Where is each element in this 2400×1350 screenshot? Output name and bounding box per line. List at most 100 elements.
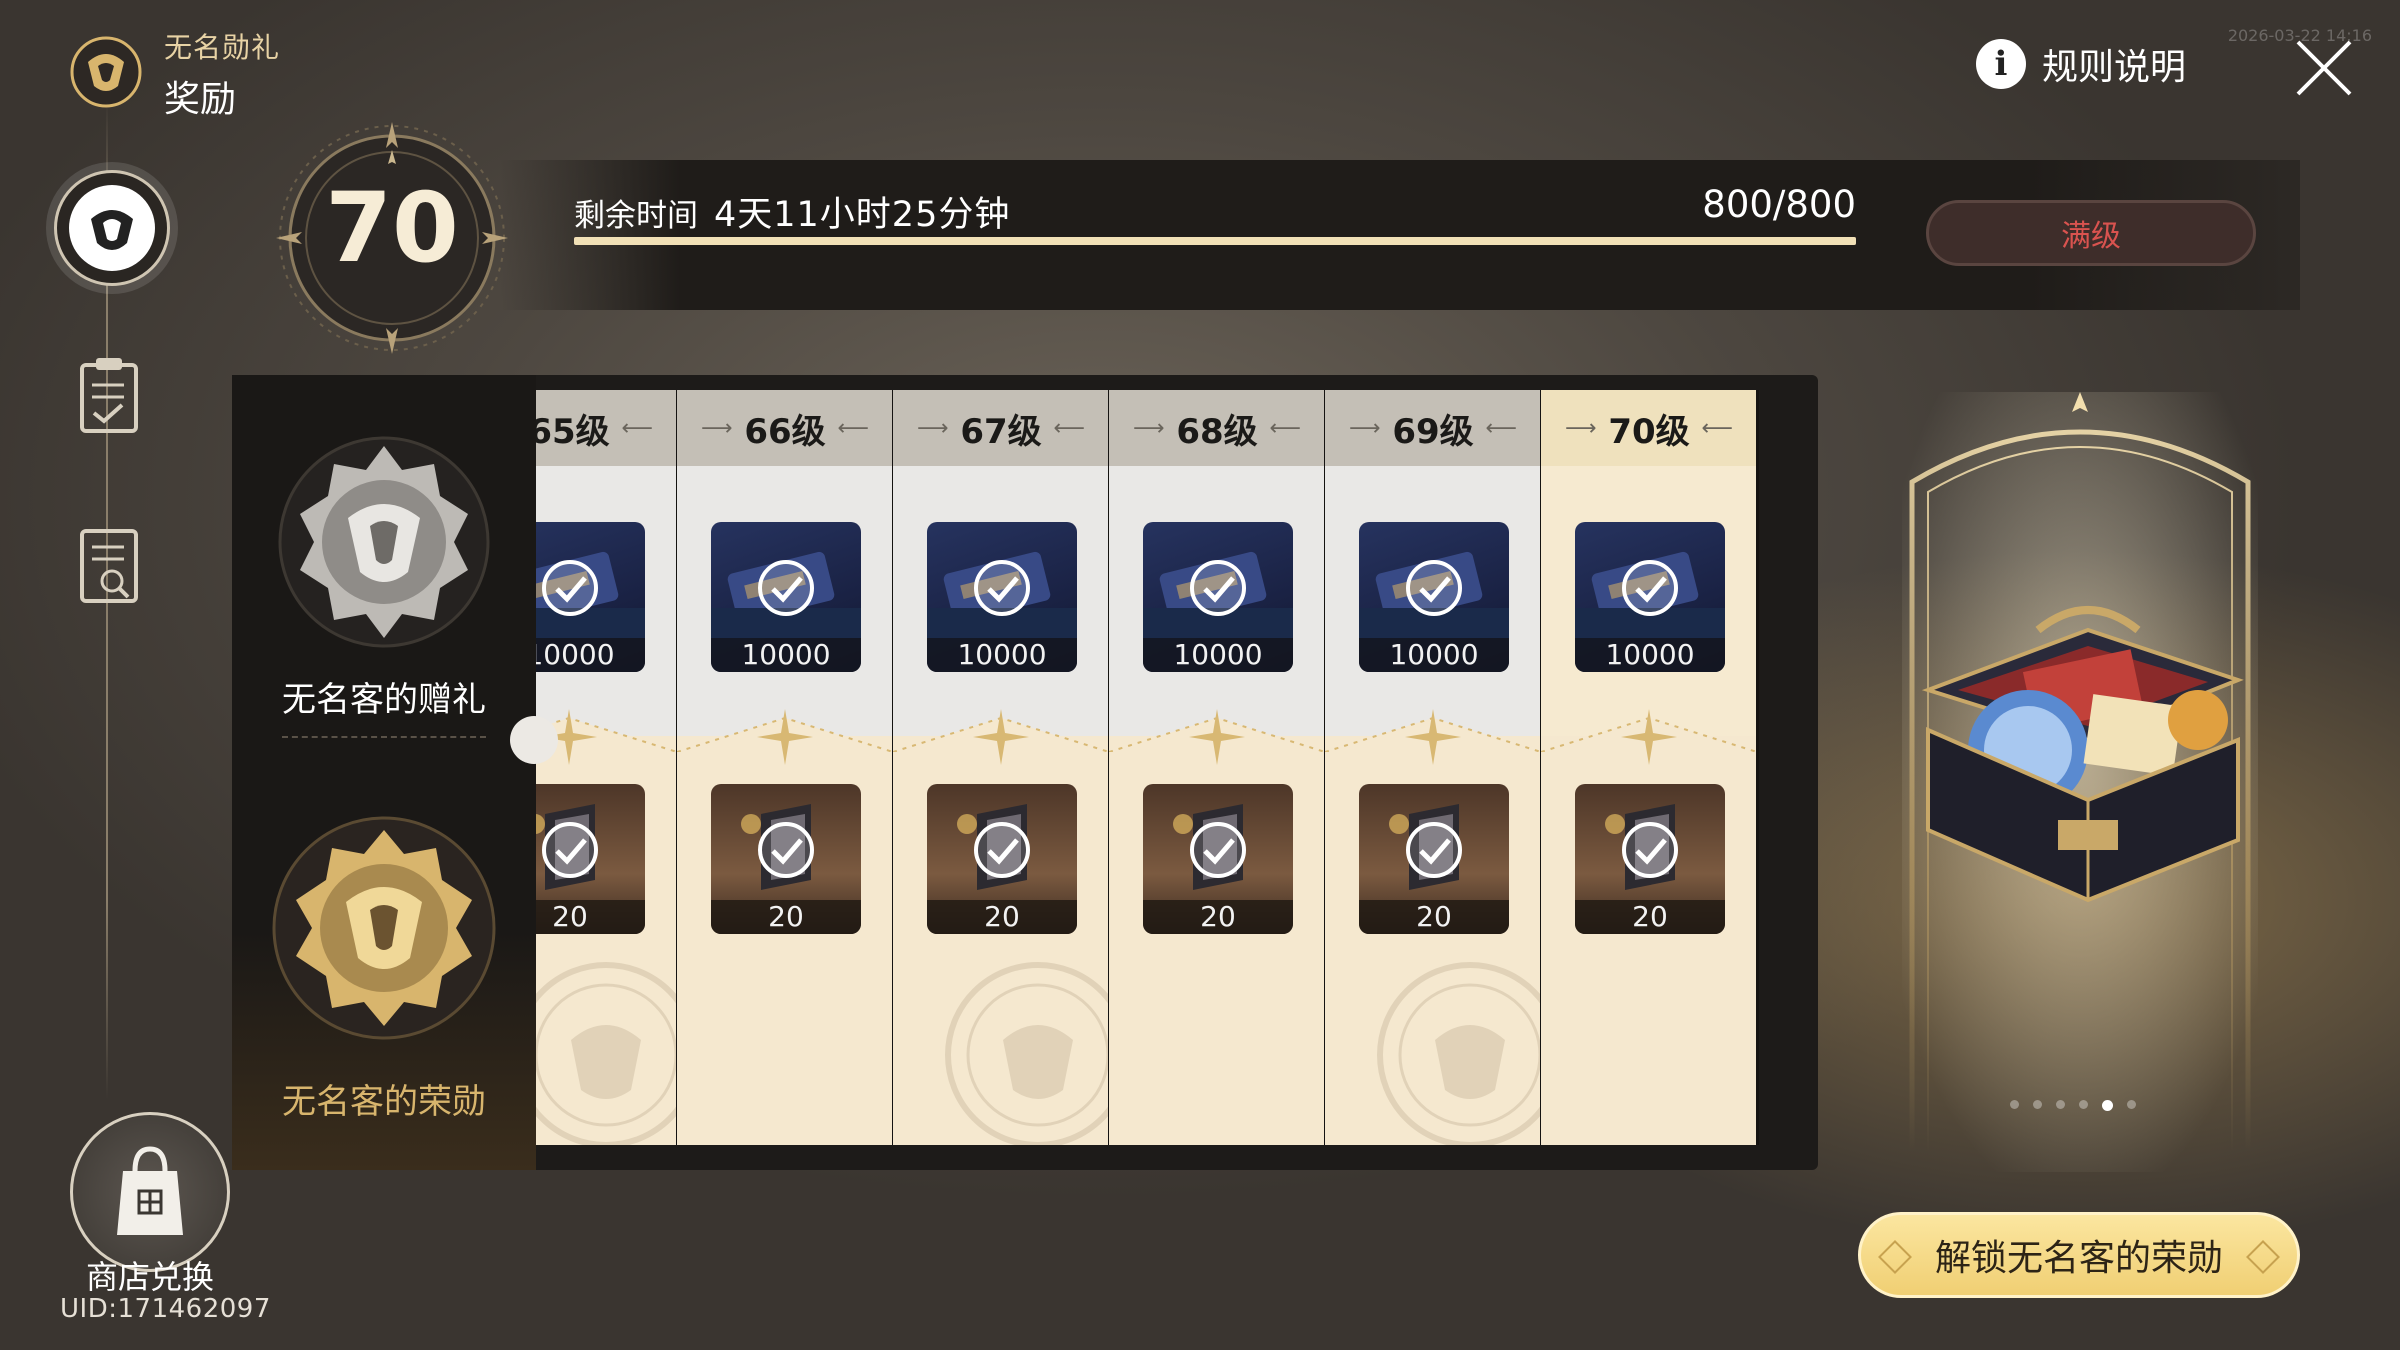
pager-dot[interactable] xyxy=(2079,1100,2088,1109)
claimed-check-icon xyxy=(756,820,816,880)
header-title: 奖励 xyxy=(164,79,237,120)
reward-column: ⟶ 66级 ⟵ 10000 20 xyxy=(677,390,895,1145)
paid-reward-item[interactable]: 20 xyxy=(711,784,861,934)
reward-column: ⟶ 65级 ⟵ 10000 20 xyxy=(536,390,699,1145)
free-reward-item[interactable]: 10000 xyxy=(1575,522,1725,672)
claimed-check-icon xyxy=(540,820,600,880)
free-reward-item[interactable]: 10000 xyxy=(711,522,861,672)
shop-label: 商店兑换 xyxy=(85,1258,214,1296)
rules-button[interactable]: i 规则说明 xyxy=(1975,38,2186,90)
nav-rewards-icon-bg xyxy=(69,185,155,271)
claimed-check-icon xyxy=(540,558,600,618)
exp-counter: 800/800 xyxy=(1702,183,1856,226)
paid-reward-quantity: 20 xyxy=(927,900,1077,934)
claimed-check-icon xyxy=(1404,820,1464,880)
free-reward-quantity: 10000 xyxy=(927,638,1077,672)
free-reward-item[interactable]: 10000 xyxy=(536,522,645,672)
reward-column: ⟶ 69级 ⟵ 10000 20 xyxy=(1325,390,1563,1145)
reward-column: ⟶ 68级 ⟵ 10000 20 xyxy=(1109,390,1327,1145)
unlock-honor-label: 解锁无名客的荣勋 xyxy=(1934,1238,2223,1279)
exp-progress-fill xyxy=(574,237,1856,245)
reward-column: ⟶ 67级 ⟵ 10000 20 xyxy=(893,390,1131,1145)
free-reward-quantity: 10000 xyxy=(711,638,861,672)
claimed-check-icon xyxy=(972,558,1032,618)
sparkle-icon xyxy=(1619,707,1679,767)
sparkle-icon xyxy=(971,707,1031,767)
level-label: 67级 xyxy=(960,411,1042,452)
sparkle-icon xyxy=(755,707,815,767)
level-label: 65级 xyxy=(536,411,610,452)
reward-columns: ⟶ 65级 ⟵ 10000 20 ⟶ 66级 ⟵ 10000 20 ⟶ 67级 ⟵ 10000… xyxy=(536,390,1782,1145)
free-reward-quantity: 10000 xyxy=(1359,638,1509,672)
pager-dot[interactable] xyxy=(2033,1100,2042,1109)
claimed-check-icon xyxy=(756,558,816,618)
header-subtitle: 无名勋礼 xyxy=(164,31,281,64)
close-icon[interactable] xyxy=(2292,36,2356,100)
level-label: 68级 xyxy=(1176,411,1258,452)
preview-pager xyxy=(2010,1100,2150,1112)
rewards-emblem-icon xyxy=(91,210,133,250)
paid-reward-quantity: 20 xyxy=(1359,900,1509,934)
nameless-honor-logo-icon xyxy=(70,36,142,108)
claimed-check-icon xyxy=(1188,820,1248,880)
level-header: ⟶ 65级 ⟵ xyxy=(536,390,677,466)
paid-reward-quantity: 20 xyxy=(536,900,645,934)
level-label: 70级 xyxy=(1608,411,1690,452)
level-header: ⟶ 70级 ⟵ xyxy=(1541,390,1757,466)
remaining-time-value: 4天11小时25分钟 xyxy=(714,195,1011,235)
pager-dot[interactable] xyxy=(2127,1100,2136,1109)
paid-track-emblem-icon xyxy=(272,816,496,1040)
free-track-label: 无名客的赠礼 xyxy=(282,680,486,720)
shopping-bag-icon xyxy=(117,1146,183,1235)
pager-dot[interactable] xyxy=(2010,1100,2019,1109)
nav-rewards-button[interactable] xyxy=(54,170,170,286)
free-track-emblem-icon xyxy=(278,436,490,648)
pager-dot[interactable] xyxy=(2102,1100,2113,1111)
unlock-honor-button[interactable]: 解锁无名客的荣勋 xyxy=(1858,1212,2300,1298)
level-header: ⟶ 69级 ⟵ xyxy=(1325,390,1541,466)
paid-reward-item[interactable]: 20 xyxy=(1143,784,1293,934)
paid-reward-item[interactable]: 20 xyxy=(536,784,645,934)
treasure-chest-icon xyxy=(1921,606,2244,903)
sparkle-icon xyxy=(1187,707,1247,767)
claimed-check-icon xyxy=(1188,558,1248,618)
free-reward-item[interactable]: 10000 xyxy=(1143,522,1293,672)
remaining-time-label: 剩余时间 xyxy=(574,198,698,234)
header-titles: 无名勋礼 奖励 xyxy=(164,26,280,122)
clipboard-check-icon[interactable] xyxy=(76,355,142,435)
level-label: 66级 xyxy=(744,411,826,452)
free-reward-item[interactable]: 10000 xyxy=(927,522,1077,672)
claimed-check-icon xyxy=(972,820,1032,880)
current-level: 70 xyxy=(325,172,459,284)
paid-reward-item[interactable]: 20 xyxy=(1575,784,1725,934)
paid-reward-item[interactable]: 20 xyxy=(1359,784,1509,934)
shop-button[interactable] xyxy=(70,1112,230,1272)
level-header: ⟶ 67级 ⟵ xyxy=(893,390,1109,466)
button-ornament-right xyxy=(2246,1240,2280,1274)
paid-track-label: 无名客的荣勋 xyxy=(282,1082,486,1122)
paid-reward-quantity: 20 xyxy=(711,900,861,934)
uid-text: UID:171462097 xyxy=(60,1294,271,1324)
column-separator xyxy=(1756,390,1759,1145)
level-header: ⟶ 66级 ⟵ xyxy=(677,390,893,466)
claimed-check-icon xyxy=(1404,558,1464,618)
paid-reward-item[interactable]: 20 xyxy=(927,784,1077,934)
pager-dot[interactable] xyxy=(2056,1100,2065,1109)
free-reward-quantity: 10000 xyxy=(1143,638,1293,672)
paid-reward-quantity: 20 xyxy=(1575,900,1725,934)
reward-column: ⟶ 70级 ⟵ 10000 20 xyxy=(1541,390,1759,1145)
record-search-icon[interactable] xyxy=(76,525,142,605)
info-icon: i xyxy=(1975,39,2026,89)
claimed-check-icon xyxy=(1620,820,1680,880)
rules-label: 规则说明 xyxy=(2041,47,2186,88)
track-divider xyxy=(282,736,486,738)
max-level-button[interactable]: 满级 xyxy=(1926,200,2256,266)
free-reward-quantity: 10000 xyxy=(536,638,645,672)
level-label: 69级 xyxy=(1392,411,1474,452)
level-header: ⟶ 68级 ⟵ xyxy=(1109,390,1325,466)
paid-reward-quantity: 20 xyxy=(1143,900,1293,934)
track-notch xyxy=(510,716,558,764)
button-ornament-left xyxy=(1878,1240,1912,1274)
sparkle-icon xyxy=(1403,707,1463,767)
free-reward-item[interactable]: 10000 xyxy=(1359,522,1509,672)
